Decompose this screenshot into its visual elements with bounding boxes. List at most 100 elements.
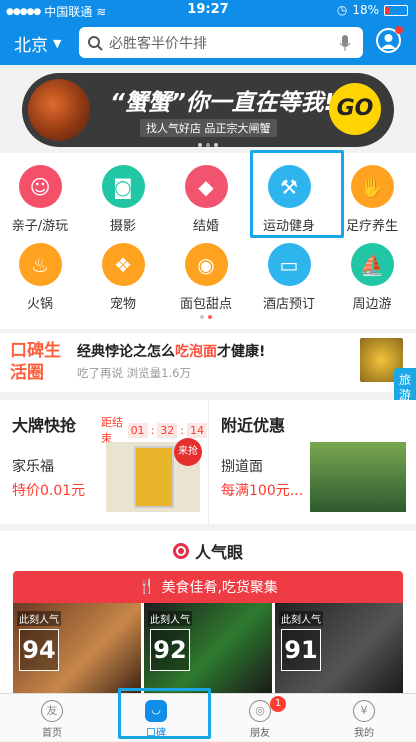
- hotpot-icon: ♨: [18, 243, 62, 286]
- popular-header: 人气眼: [0, 539, 416, 563]
- category-7[interactable]: ❖ 宠物: [83, 243, 163, 312]
- grab-tag: 来抢: [174, 438, 202, 466]
- popular-card[interactable]: 此刻人气 92: [144, 603, 272, 693]
- crab-image: [28, 79, 90, 141]
- card-label: 此刻人气: [279, 611, 323, 626]
- banner-pager: [198, 143, 218, 147]
- category-label: 足疗养生: [345, 219, 398, 234]
- promo-banner[interactable]: “蟹蟹”你一直在等我! 找人气好店 品正宗大闸蟹 GO: [22, 73, 394, 147]
- donut-icon: ◉: [184, 243, 228, 286]
- banner-go-button[interactable]: GO: [329, 83, 381, 135]
- status-bar: ●●●●● 中国联通 ≋ 19:27 ◷ 18%: [0, 0, 416, 20]
- category-label: 火锅: [26, 297, 53, 312]
- banner-title: “蟹蟹”你一直在等我!: [110, 90, 335, 116]
- title-highlight: 吃泡面: [175, 344, 217, 360]
- flash-sale-title: 大牌快抢: [12, 416, 77, 435]
- article-meta: 吃了再说 浏览量1.6万: [77, 366, 191, 380]
- popular-card[interactable]: 此刻人气 91: [275, 603, 403, 693]
- wallet-icon: ¥: [353, 700, 375, 722]
- title-part: 经典悖论之怎么: [77, 344, 175, 360]
- nearby-price: 每满100元...: [221, 483, 304, 499]
- category-label: 酒店预订: [262, 297, 315, 312]
- banner-area: “蟹蟹”你一直在等我! 找人气好店 品正宗大闸蟹 GO: [0, 65, 416, 153]
- battery-icon: [384, 4, 408, 16]
- bed-icon: ▭: [267, 243, 311, 286]
- koubei-article[interactable]: 口碑生活圈 经典悖论之怎么吃泡面才健康! 吃了再说 浏览量1.6万: [0, 333, 416, 392]
- nearby-shop: 捌道面: [221, 459, 263, 475]
- countdown-seconds: 14: [187, 422, 207, 438]
- friends-badge: 1: [270, 696, 286, 712]
- chevron-down-icon: ▼: [53, 37, 62, 50]
- foot-icon: ✋: [350, 165, 394, 208]
- deal-price: 特价0.01元: [12, 483, 86, 499]
- tab-label: 我的: [354, 728, 374, 739]
- category-label: 宠物: [109, 297, 136, 312]
- category-10[interactable]: ⛵ 周边游: [332, 243, 412, 312]
- category-3[interactable]: ◆ 结婚: [166, 165, 246, 234]
- fork-knife-icon: 🍴: [138, 579, 156, 595]
- title-part: 才健康!: [217, 344, 266, 360]
- countdown-minutes: 32: [157, 422, 178, 438]
- category-label: 摄影: [109, 219, 136, 234]
- tab-friends[interactable]: ◎ 朋友 1: [208, 694, 312, 742]
- food-banner-text: 美食佳肴,吃货聚集: [161, 580, 278, 596]
- card-label: 此刻人气: [148, 611, 192, 626]
- search-placeholder: 必胜客半价牛排: [109, 35, 207, 52]
- card-score: 92: [150, 629, 190, 671]
- camera-icon: ◙: [101, 165, 145, 208]
- friends-icon: ◎: [249, 700, 271, 722]
- dog-icon: ❖: [101, 243, 145, 286]
- food-banner[interactable]: 🍴 美食佳肴,吃货聚集: [13, 571, 403, 603]
- countdown-hours: 01: [127, 422, 148, 438]
- popular-section: 人气眼 🍴 美食佳肴,吃货聚集 此刻人气 94 此刻人气 92 此刻人气 91: [0, 531, 416, 693]
- deal-shop: 家乐福: [12, 459, 54, 475]
- search-icon: [88, 35, 103, 51]
- eye-icon: [172, 543, 189, 559]
- avatar-button[interactable]: [376, 26, 403, 53]
- banner-subtitle: 找人气好店 品正宗大闸蟹: [140, 119, 277, 137]
- city-label: 北京: [14, 36, 48, 56]
- nav-bar: 北京 ▼ 必胜客半价牛排: [0, 20, 416, 65]
- city-selector[interactable]: 北京 ▼: [14, 31, 61, 56]
- tab-label: 朋友: [250, 728, 270, 739]
- nearby-shop-image: [310, 442, 406, 512]
- category-label: 面包甜点: [179, 297, 232, 312]
- popular-title: 人气眼: [194, 543, 243, 562]
- battery-percent: 18%: [352, 3, 379, 17]
- search-input[interactable]: 必胜客半价牛排: [79, 27, 363, 58]
- koubei-logo: 口碑生活圈: [10, 341, 61, 383]
- diamond-icon: ◆: [184, 165, 228, 208]
- nearby-deal-card[interactable]: 附近优惠 捌道面 每满100元...: [208, 400, 416, 524]
- highlight-box-fitness: [250, 150, 344, 238]
- microphone-icon[interactable]: [339, 34, 351, 52]
- category-pager: [200, 315, 212, 319]
- notification-dot: [395, 26, 403, 34]
- category-grid: ☺ 亲子/游玩 ◙ 摄影 ◆ 结婚 ⚒ 运动健身 ✋ 足疗养生 ♨ 火锅 ❖ 宠物 ◉ 面包甜点 ▭ 酒店预订 ⛵ 周…: [0, 153, 416, 329]
- category-label: 亲子/游玩: [11, 219, 69, 234]
- category-1[interactable]: ☺ 亲子/游玩: [0, 165, 80, 234]
- card-score: 91: [281, 629, 321, 671]
- flash-sale-card[interactable]: 大牌快抢 距结束 01: 32: 14 家乐福 特价0.01元 来抢: [0, 400, 207, 524]
- category-5[interactable]: ✋ 足疗养生: [332, 165, 412, 234]
- sailboat-icon: ⛵: [350, 243, 394, 286]
- category-6[interactable]: ♨ 火锅: [0, 243, 80, 312]
- deal-product-image: 来抢: [106, 438, 202, 512]
- card-score: 94: [19, 629, 59, 671]
- nearby-title: 附近优惠: [221, 416, 286, 435]
- alarm-icon: ◷: [336, 3, 348, 17]
- tab-home[interactable]: 友 首页: [0, 694, 104, 742]
- deals-section: 大牌快抢 距结束 01: 32: 14 家乐福 特价0.01元 来抢 附近优惠 …: [0, 400, 416, 524]
- highlight-box-koubei-tab: [118, 688, 211, 739]
- baby-icon: ☺: [18, 165, 62, 208]
- home-icon: 友: [41, 700, 63, 722]
- category-label: 结婚: [192, 219, 219, 234]
- category-2[interactable]: ◙ 摄影: [83, 165, 163, 234]
- tab-mine[interactable]: ¥ 我的: [312, 694, 416, 742]
- tab-label: 首页: [42, 728, 62, 739]
- category-8[interactable]: ◉ 面包甜点: [166, 243, 246, 312]
- category-9[interactable]: ▭ 酒店预订: [249, 243, 329, 312]
- article-title: 经典悖论之怎么吃泡面才健康!: [77, 341, 265, 361]
- card-label: 此刻人气: [17, 611, 61, 626]
- category-label: 周边游: [352, 297, 392, 312]
- popular-card[interactable]: 此刻人气 94: [13, 603, 141, 693]
